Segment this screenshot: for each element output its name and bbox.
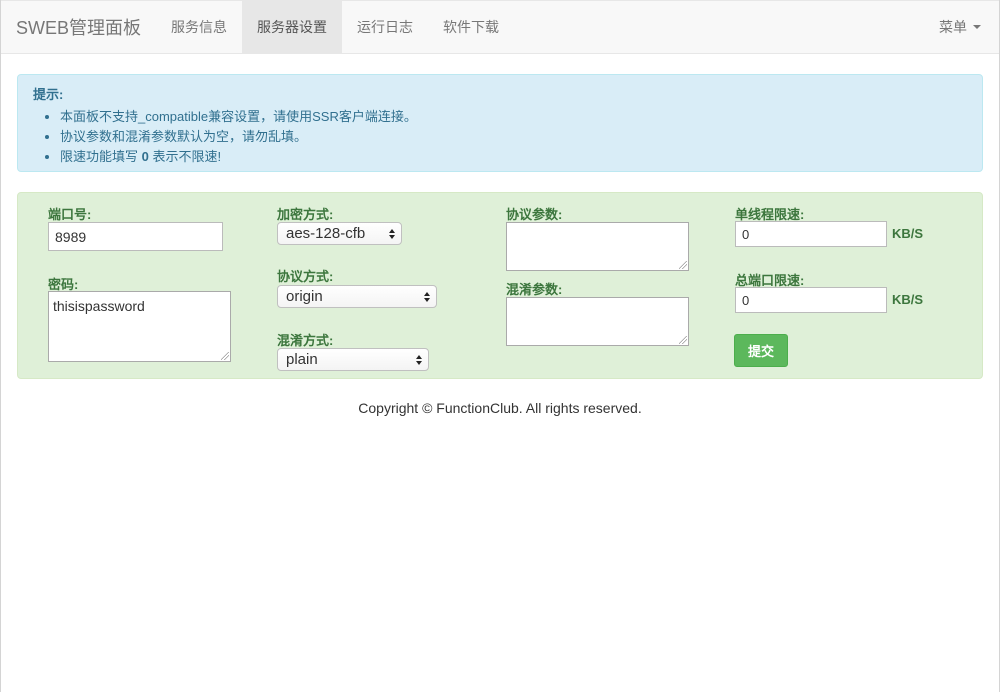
tip-item: 限速功能填写 0 表示不限速! [60,147,967,167]
method-label: 加密方式: [277,207,334,222]
password-textarea[interactable]: thisispassword [48,291,231,362]
resize-grip-icon[interactable] [679,261,687,269]
tip-text: 限速功能填写 [60,149,142,164]
obfs-select[interactable]: plain [277,348,429,371]
password-value: thisispassword [53,298,145,314]
nav-item-software-download[interactable]: 软件下载 [428,1,514,53]
menu-dropdown[interactable]: 菜单 [924,1,999,53]
nav-item-run-log[interactable]: 运行日志 [342,1,428,53]
protocol-param-textarea[interactable] [506,222,689,271]
nav-item-server-settings[interactable]: 服务器设置 [242,1,343,53]
top-navbar: SWEB管理面板 服务信息 服务器设置 运行日志 软件下载 菜单 [1,0,999,54]
brand-title[interactable]: SWEB管理面板 [1,1,156,53]
protocol-param-label: 协议参数: [506,207,563,222]
thread-limit-unit: KB/S [892,226,924,241]
obfs-label: 混淆方式: [277,333,334,348]
obfs-param-textarea[interactable] [506,297,689,346]
tip-item: 本面板不支持_compatible兼容设置，请使用SSR客户端连接。 [60,107,967,127]
tip-text: 表示不限速! [148,149,222,164]
tip-bold-value: 0 [141,149,149,164]
resize-grip-icon[interactable] [221,352,229,360]
caret-down-icon [973,25,981,29]
menu-label: 菜单 [939,19,967,35]
select-arrows-icon [389,228,395,239]
tips-title: 提示: [33,87,64,102]
select-arrows-icon [424,291,430,302]
protocol-label: 协议方式: [277,269,334,284]
obfs-param-label: 混淆参数: [506,282,563,297]
port-input[interactable]: 8989 [48,222,223,251]
select-arrows-icon [416,354,422,365]
thread-limit-input[interactable]: 0 [735,221,887,247]
tips-alert: 提示: 本面板不支持_compatible兼容设置，请使用SSR客户端连接。 协… [17,74,983,172]
protocol-select[interactable]: origin [277,285,437,308]
submit-button[interactable]: 提交 [734,334,788,367]
port-limit-unit: KB/S [892,292,924,307]
protocol-value: origin [286,288,323,305]
port-limit-input[interactable]: 0 [735,287,887,313]
port-label: 端口号: [48,207,92,222]
obfs-value: plain [286,351,318,368]
nav-item-server-info[interactable]: 服务信息 [156,1,242,53]
copyright-footer: Copyright © FunctionClub. All rights res… [358,400,642,416]
settings-form: 端口号: 8989 密码: thisispassword 加密方式: aes-1… [17,192,983,379]
method-value: aes-128-cfb [286,225,366,242]
tips-list: 本面板不支持_compatible兼容设置，请使用SSR客户端连接。 协议参数和… [33,107,967,167]
resize-grip-icon[interactable] [679,336,687,344]
tip-item: 协议参数和混淆参数默认为空，请勿乱填。 [60,127,967,147]
method-select[interactable]: aes-128-cfb [277,222,402,245]
